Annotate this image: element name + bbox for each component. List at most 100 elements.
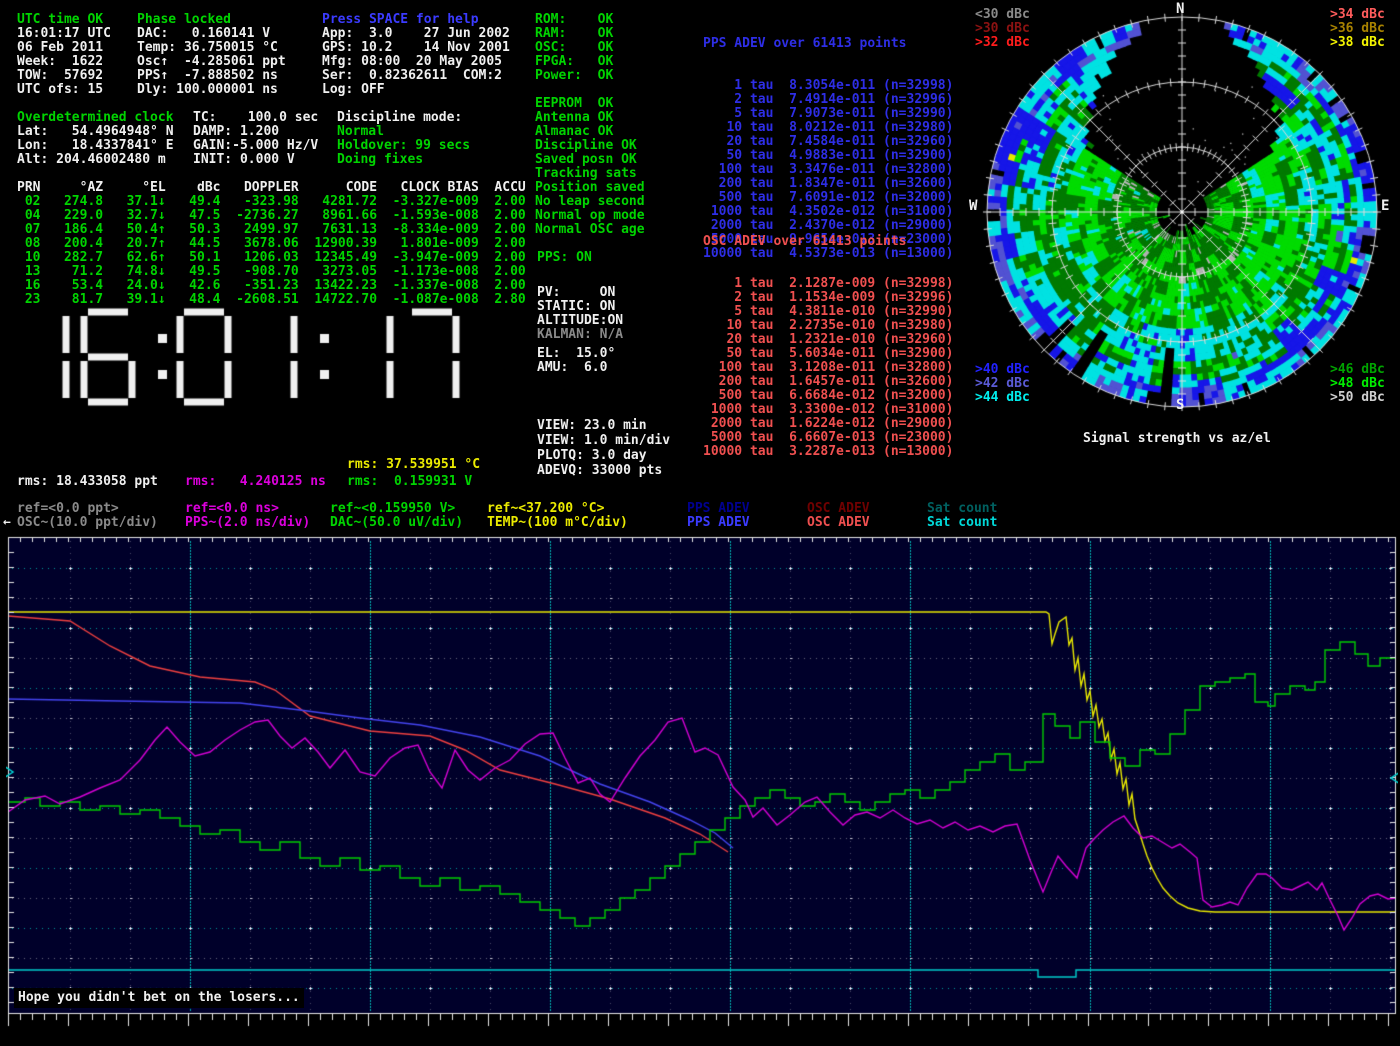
pps-adev-legend-dim: PPS ADEV: [687, 502, 750, 516]
pps-adev-row: 200 tau 1.8347e-011 (n=32600): [703, 177, 953, 191]
receiver-status-panel: ROM: OKRAM: OKOSC: OKFPGA: OKPower: OK: [535, 13, 613, 83]
osc-adev-row: 500 tau 6.6684e-012 (n=32000): [703, 389, 953, 403]
rms-dac: rms: 0.159931 V: [347, 475, 472, 489]
pps-adev-legend: PPS ADEV: [687, 516, 750, 530]
lady-heather-screen: { "colors": { "green":"#00d400","white":…: [0, 0, 1400, 1046]
pps-ref: ref=<0.0 ns>: [185, 502, 279, 516]
receiver-mode-panel: PV: ONSTATIC: ONALTITUDE:ONKALMAN: N/A: [537, 286, 623, 342]
dbc-legend-bottom-left: >40 dBc>42 dBc>44 dBc: [975, 363, 1030, 405]
text-line: Discipline mode:: [337, 111, 470, 125]
sat-table: 02 274.8 37.1↓ 49.4 -323.98 4281.72 -3.3…: [17, 195, 526, 307]
text-line: 06 Feb 2011: [17, 41, 111, 55]
text-line: VIEW: 1.0 min/div: [537, 433, 670, 448]
text-line: Doing fixes: [337, 153, 470, 167]
text-line: Almanac OK: [535, 125, 645, 139]
sat-count-legend: Sat count: [927, 516, 997, 530]
osc-adev-row: 10000 tau 3.2287e-013 (n=13000): [703, 445, 953, 459]
osc-adev-row: 100 tau 3.1208e-011 (n=32800): [703, 361, 953, 375]
sat-table-row: 23 81.7 39.1↓ 48.4 -2608.51 14722.70 -1.…: [17, 293, 526, 307]
text-line: INIT: 0.000 V: [193, 153, 318, 167]
osc-scale: OSC~(10.0 ppt/div): [17, 516, 158, 530]
text-line: >50 dBc: [1330, 391, 1385, 405]
text-line: ROM: OK: [535, 13, 613, 27]
text-line: >38 dBc: [1330, 36, 1385, 50]
text-line: Discipline OK: [535, 139, 645, 153]
rms-osc: rms: 18.433058 ppt: [17, 475, 158, 489]
text-line: Lon: 18.4337841° E: [17, 139, 174, 153]
text-line: Position saved: [535, 181, 645, 195]
sat-table-row: 13 71.2 74.8↓ 49.5 -908.70 3273.05 -1.17…: [17, 265, 526, 279]
text-line: >40 dBc: [975, 363, 1030, 377]
location-panel: Overdetermined clockLat: 54.4964948° NLo…: [17, 111, 174, 167]
text-line: PV: ON: [537, 286, 623, 300]
pps-scale: PPS~(2.0 ns/div): [185, 516, 310, 530]
osc-adev-legend: OSC ADEV: [807, 516, 870, 530]
temp-scale: TEMP~(100 m°C/div): [487, 516, 628, 530]
compass-north-label: N: [1176, 2, 1184, 16]
text-line: TOW: 57692: [17, 69, 111, 83]
text-line: FPGA: OK: [535, 55, 613, 69]
text-line: Normal OSC age: [535, 223, 645, 237]
sat-table-row: 10 282.7 62.6↑ 50.1 1206.03 12345.49 -3.…: [17, 251, 526, 265]
loop-params-panel: TC: 100.0 secDAMP: 1.200GAIN:-5.000 Hz/V…: [193, 111, 318, 167]
text-line: App: 3.0 27 Jun 2002: [322, 27, 510, 41]
view-settings-panel: VIEW: 23.0 minVIEW: 1.0 min/divPLOTQ: 3.…: [537, 418, 670, 478]
text-line: ADEVQ: 33000 pts: [537, 463, 670, 478]
osc-ref: ref=<0.0 ppt>: [17, 502, 119, 516]
text-line: Alt: 204.46002480 m: [17, 153, 174, 167]
text-line: >30 dBc: [975, 22, 1030, 36]
text-line: Antenna OK: [535, 111, 645, 125]
help-version-panel: Press SPACE for helpApp: 3.0 27 Jun 2002…: [322, 13, 510, 97]
text-line: Overdetermined clock: [17, 111, 174, 125]
text-line: EL: 15.0°: [537, 347, 615, 361]
osc-adev-row: 1 tau 2.1287e-009 (n=32998): [703, 277, 953, 291]
text-line: UTC ofs: 15: [17, 83, 111, 97]
text-line: >48 dBc: [1330, 377, 1385, 391]
pps-adev-row: 1 tau 8.3054e-011 (n=32998): [703, 79, 953, 93]
osc-adev-row: 20 tau 1.2321e-010 (n=32960): [703, 333, 953, 347]
dbc-legend-top-right: >34 dBc>36 dBc>38 dBc: [1330, 8, 1385, 50]
pps-adev-row: 100 tau 3.3476e-011 (n=32800): [703, 163, 953, 177]
text-line: PLOTQ: 3.0 day: [537, 448, 670, 463]
polar-signal-plot: [964, 0, 1400, 424]
text-line: EEPROM OK: [535, 97, 645, 111]
text-line: TC: 100.0 sec: [193, 111, 318, 125]
filter-panel: EL: 15.0°AMU: 6.0: [537, 347, 615, 375]
oscillator-panel: Phase lockedDAC: 0.160141 VTemp: 36.7500…: [137, 13, 286, 97]
pps-state-panel: PPS: ON: [537, 251, 592, 265]
text-line: Ser: 0.82362611 COM:2: [322, 69, 510, 83]
pps-adev-row: 2 tau 7.4914e-011 (n=32996): [703, 93, 953, 107]
sat-table-row: 02 274.8 37.1↓ 49.4 -323.98 4281.72 -3.3…: [17, 195, 526, 209]
text-line: Lat: 54.4964948° N: [17, 125, 174, 139]
text-line: DAC: 0.160141 V: [137, 27, 286, 41]
sat-count-legend-dim: Sat count: [927, 502, 997, 516]
text-line: Tracking sats: [535, 167, 645, 181]
osc-adev-row: 200 tau 1.6457e-011 (n=32600): [703, 375, 953, 389]
text-line: <30 dBc: [975, 8, 1030, 22]
osc-adev-table: OSC ADEV over 61413 points 1 tau 2.1287e…: [703, 207, 953, 473]
text-line: AMU: 6.0: [537, 361, 615, 375]
pps-adev-row: 50 tau 4.9883e-011 (n=32900): [703, 149, 953, 163]
polar-caption: Signal strength vs az/el: [1083, 432, 1271, 446]
text-line: Mfg: 08:00 20 May 2005: [322, 55, 510, 69]
text-line: >32 dBc: [975, 36, 1030, 50]
compass-south-label: S: [1176, 398, 1184, 412]
discipline-panel: Discipline mode:NormalHoldover: 99 secsD…: [337, 111, 470, 167]
text-line: Normal: [337, 125, 470, 139]
dac-scale: DAC~(50.0 uV/div): [330, 516, 463, 530]
text-line: Osc↑ -4.285061 ppt: [137, 55, 286, 69]
dac-ref: ref~<0.159950 V>: [330, 502, 455, 516]
compass-east-label: E: [1381, 199, 1389, 213]
text-line: VIEW: 23.0 min: [537, 418, 670, 433]
text-line: Holdover: 99 secs: [337, 139, 470, 153]
strip-chart-plot[interactable]: [6, 534, 1398, 1040]
text-line: OSC: OK: [535, 41, 613, 55]
osc-adev-row: 5 tau 4.3811e-010 (n=32990): [703, 305, 953, 319]
osc-adev-row: 1000 tau 3.3300e-012 (n=31000): [703, 403, 953, 417]
text-line: Dly: 100.000001 ns: [137, 83, 286, 97]
text-line: RAM: OK: [535, 27, 613, 41]
text-line: Log: OFF: [322, 83, 510, 97]
text-line: Normal op mode: [535, 209, 645, 223]
pps-adev-title: PPS ADEV over 61413 points: [703, 37, 953, 51]
text-line: PPS↑ -7.888502 ns: [137, 69, 286, 83]
